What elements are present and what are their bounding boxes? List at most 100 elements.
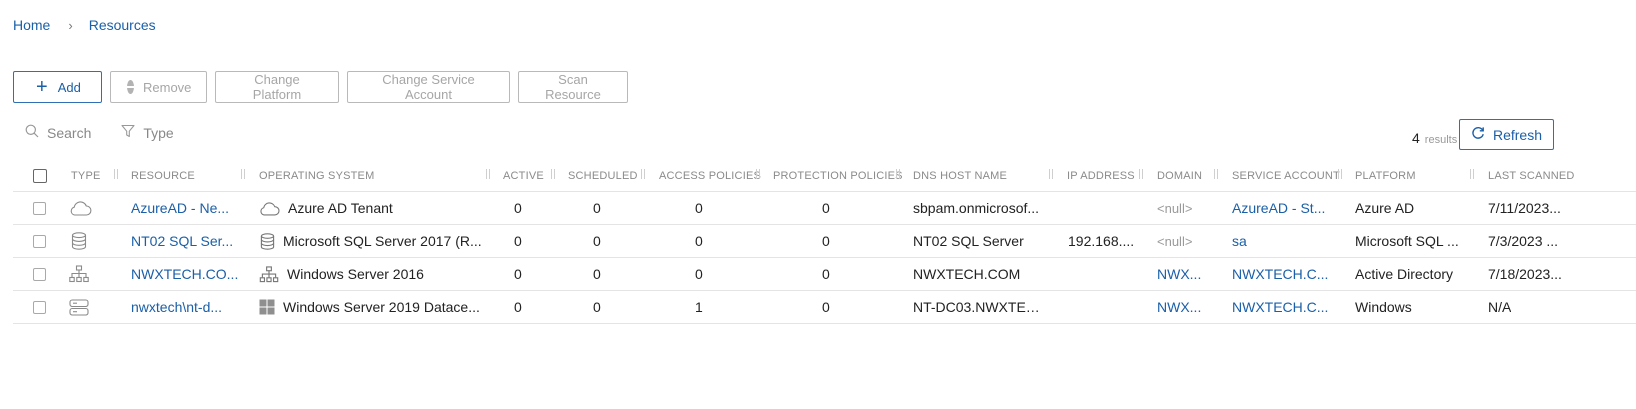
table-row[interactable]: nwxtech\nt-d... Windows Server 2019 Data… [13, 291, 1636, 324]
resource-name-text: NWXTECH.CO... [131, 266, 239, 282]
table-row[interactable]: AzureAD - Ne... Azure AD Tenant 0 0 0 0 … [13, 192, 1636, 225]
column-resize-handle[interactable] [641, 169, 647, 183]
platform: Active Directory [1355, 258, 1467, 290]
column-resize-handle[interactable] [551, 169, 557, 183]
cloud-icon [68, 192, 92, 224]
column-resize-handle[interactable] [1139, 169, 1145, 183]
operating-system-text: Windows Server 2016 [287, 266, 424, 282]
protection-policies-count: 0 [822, 233, 830, 249]
protection-policies-count: 0 [822, 200, 830, 216]
domain-text: NWX... [1157, 299, 1202, 315]
remove-button[interactable]: Remove [110, 71, 207, 103]
platform-text: Microsoft SQL ... [1355, 233, 1459, 249]
column-resize-handle[interactable] [1470, 169, 1476, 183]
cloud-icon [258, 201, 280, 216]
dns-host-name-text: NT-DC03.NWXTEC... [913, 299, 1046, 315]
row-checkbox[interactable] [33, 300, 46, 314]
col-header-last-scanned[interactable]: LAST SCANNED [1488, 160, 1575, 191]
ip-address: 192.168.... [1068, 225, 1136, 257]
breadcrumb-home-link[interactable]: Home [13, 17, 50, 33]
refresh-button[interactable]: Refresh [1459, 119, 1554, 150]
domain-link[interactable]: NWX... [1157, 291, 1212, 323]
ip-address-text: 192.168.... [1068, 233, 1135, 249]
column-resize-handle[interactable] [1214, 169, 1220, 183]
row-checkbox[interactable] [33, 267, 46, 281]
row-checkbox-cell [33, 291, 46, 323]
active-count: 0 [514, 200, 522, 216]
last-scanned-text: N/A [1488, 299, 1512, 315]
column-resize-handle[interactable] [486, 169, 492, 183]
row-checkbox-cell [33, 225, 46, 257]
col-header-domain[interactable]: DOMAIN [1157, 160, 1202, 191]
add-button[interactable]: + Add [13, 71, 102, 103]
col-header-scheduled[interactable]: SCHEDULED [568, 160, 638, 191]
type-filter[interactable]: Type [121, 124, 174, 141]
col-header-operating-system[interactable]: OPERATING SYSTEM [259, 160, 374, 191]
column-resize-handle[interactable] [1049, 169, 1055, 183]
platform: Windows [1355, 291, 1467, 323]
col-header-protection-policies[interactable]: PROTECTION POLICIES [773, 160, 903, 191]
table-row[interactable]: NT02 SQL Ser... Microsoft SQL Server 201… [13, 225, 1636, 258]
operating-system-text: Azure AD Tenant [288, 200, 393, 216]
platform: Azure AD [1355, 192, 1465, 224]
active-count: 0 [514, 266, 522, 282]
domain-text: <null> [1157, 200, 1193, 216]
domain-link[interactable]: NWX... [1157, 258, 1212, 290]
col-header-type[interactable]: TYPE [71, 160, 101, 191]
scan-resource-button[interactable]: Scan Resource [518, 71, 628, 103]
operating-system-cell: Windows Server 2016 [259, 258, 481, 290]
change-platform-button[interactable]: Change Platform [215, 71, 339, 103]
breadcrumb-current[interactable]: Resources [89, 17, 156, 33]
service-account-text: NWXTECH.C... [1232, 299, 1329, 315]
row-checkbox[interactable] [33, 234, 46, 248]
service-account-link[interactable]: AzureAD - St... [1232, 192, 1332, 224]
domain-null: <null> [1157, 192, 1212, 224]
plus-icon: + [36, 76, 48, 98]
operating-system-cell: Azure AD Tenant [258, 192, 480, 224]
last-scanned: 7/11/2023... [1488, 192, 1636, 224]
service-account-link[interactable]: sa [1232, 225, 1332, 257]
scheduled-count: 0 [593, 266, 601, 282]
service-account-link[interactable]: NWXTECH.C... [1232, 258, 1332, 290]
dns-host-name: sbpam.onmicrosof... [913, 192, 1046, 224]
resource-name-link[interactable]: AzureAD - Ne... [131, 192, 243, 224]
resource-name-link[interactable]: NWXTECH.CO... [131, 258, 243, 290]
select-all-checkbox-cell [33, 160, 47, 191]
service-account-link[interactable]: NWXTECH.C... [1232, 291, 1332, 323]
column-resize-handle[interactable] [756, 169, 762, 183]
dns-host-name: NT02 SQL Server [913, 225, 1046, 257]
table-row[interactable]: NWXTECH.CO... Windows Server 2016 0 0 0 … [13, 258, 1636, 291]
breadcrumb: Home › Resources [13, 17, 156, 33]
select-all-checkbox[interactable] [33, 168, 47, 183]
results-count: 4 results [1412, 130, 1457, 146]
resource-name-link[interactable]: NT02 SQL Ser... [131, 225, 243, 257]
platform: Microsoft SQL ... [1355, 225, 1467, 257]
col-header-platform[interactable]: PLATFORM [1355, 160, 1416, 191]
row-checkbox[interactable] [33, 201, 46, 215]
column-resize-handle[interactable] [114, 169, 120, 183]
resource-name-link[interactable]: nwxtech\nt-d... [131, 291, 243, 323]
results-count-label: results [1424, 134, 1458, 146]
dns-host-name-text: sbpam.onmicrosof... [913, 200, 1040, 216]
resources-table: TYPE RESOURCE OPERATING SYSTEM ACTIVE SC… [13, 160, 1636, 324]
change-service-account-button[interactable]: Change Service Account [347, 71, 510, 103]
col-header-resource[interactable]: RESOURCE [131, 160, 195, 191]
resource-name-text: nwxtech\nt-d... [131, 299, 223, 315]
service-account-text: sa [1232, 233, 1247, 249]
column-resize-handle[interactable] [241, 169, 247, 183]
search-icon [25, 124, 39, 141]
active-count: 0 [514, 299, 522, 315]
server-icon [69, 291, 89, 323]
dns-host-name-text: NWXTECH.COM [913, 266, 1021, 282]
search-filter-label: Search [47, 124, 92, 141]
col-header-service-account[interactable]: SERVICE ACCOUNT [1232, 160, 1340, 191]
col-header-dns-host-name[interactable]: DNS HOST NAME [913, 160, 1007, 191]
column-resize-handle[interactable] [1338, 169, 1344, 183]
col-header-ip-address[interactable]: IP ADDRESS [1067, 160, 1135, 191]
search-filter[interactable]: Search [25, 124, 91, 141]
col-header-access-policies[interactable]: ACCESS POLICIES [659, 160, 761, 191]
dns-host-name-text: NT02 SQL Server [913, 233, 1024, 249]
service-account-text: AzureAD - St... [1232, 200, 1326, 216]
col-header-active[interactable]: ACTIVE [503, 160, 544, 191]
column-resize-handle[interactable] [896, 169, 902, 183]
